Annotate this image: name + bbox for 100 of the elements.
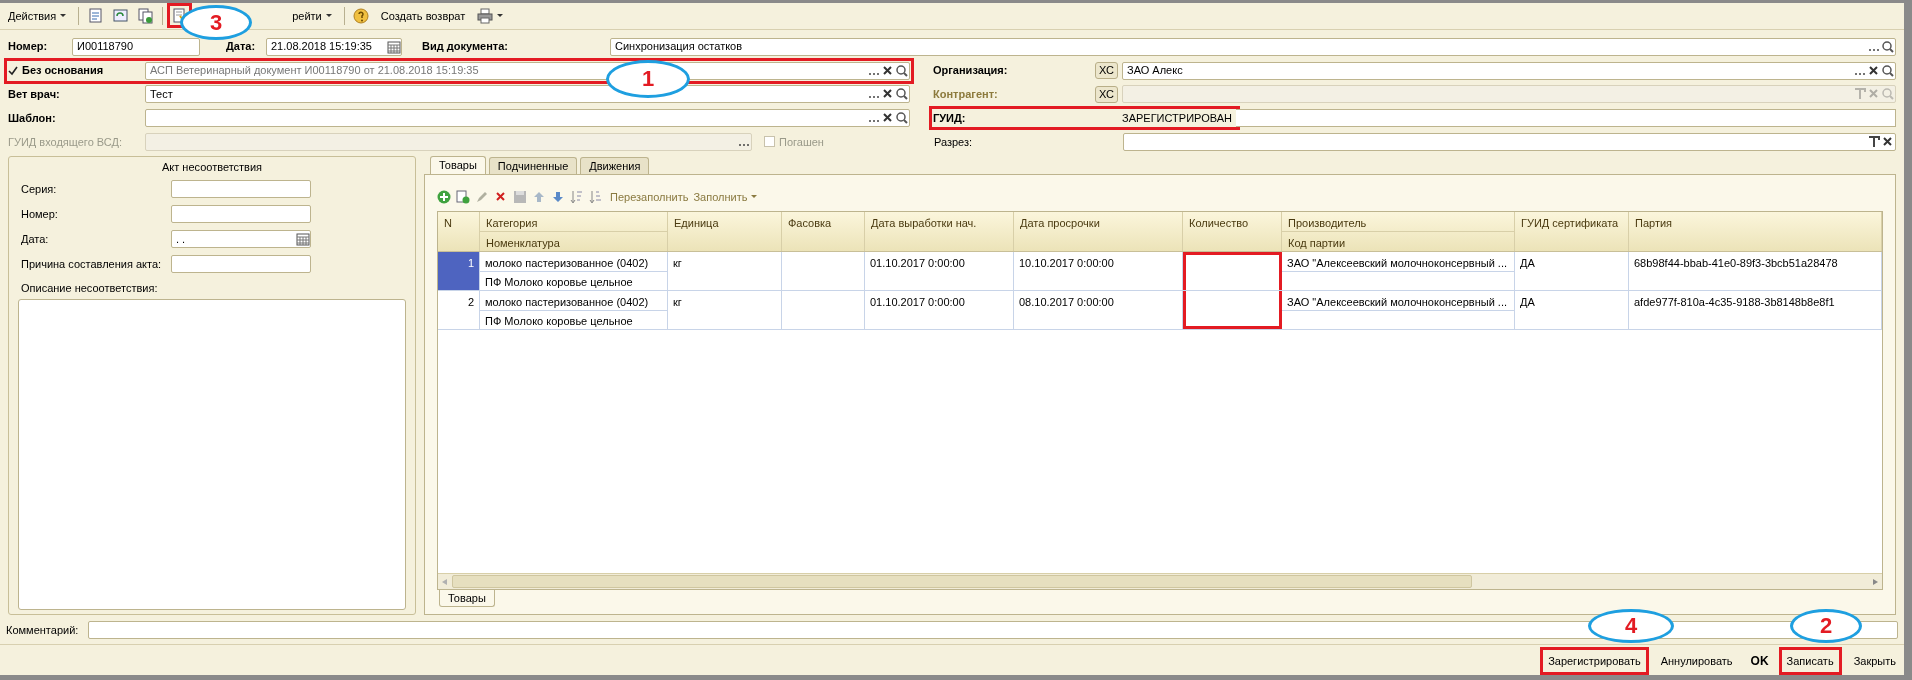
input-field[interactable] xyxy=(171,180,311,199)
field-label: Дата: xyxy=(226,39,257,55)
search-icon[interactable] xyxy=(895,111,909,126)
input-field[interactable]: Синхронизация остатков xyxy=(610,37,1896,56)
add-icon[interactable] xyxy=(437,189,451,204)
input-field[interactable]: Тест xyxy=(145,85,910,104)
tab[interactable]: Движения xyxy=(580,156,650,174)
search-icon[interactable] xyxy=(1881,39,1895,54)
table-cell-text: кг xyxy=(672,255,683,271)
column-header[interactable]: Дата выработки нач. xyxy=(865,211,1013,232)
printer-icon xyxy=(477,7,494,24)
column-header[interactable]: Партия xyxy=(1629,211,1881,232)
column-header[interactable]: Дата просрочки xyxy=(1014,211,1182,232)
input-field[interactable] xyxy=(171,205,311,224)
checkbox[interactable]: Без основания xyxy=(8,62,145,79)
field-label: Дата: xyxy=(21,232,50,248)
table-cell-text: 2 xyxy=(466,294,475,310)
save-icon[interactable] xyxy=(513,189,527,204)
xc-button[interactable]: ХС xyxy=(1095,62,1118,79)
input-field[interactable] xyxy=(145,132,752,151)
checkmark-icon xyxy=(8,65,18,76)
table-cell-text: 10.10.2017 0:00:00 xyxy=(1018,255,1115,271)
sort-descending-icon[interactable] xyxy=(589,189,603,204)
caret-icon xyxy=(751,195,758,199)
column-header[interactable]: Фасовка xyxy=(782,211,864,232)
footer-button[interactable]: Аннулировать xyxy=(1656,650,1737,672)
search-icon[interactable] xyxy=(895,87,909,102)
column-header[interactable]: Количество xyxy=(1183,211,1281,232)
search-icon[interactable] xyxy=(1881,63,1895,78)
table-cell-text: afde977f-810a-4c35-9188-3b8148b8e8f1 xyxy=(1633,294,1836,310)
horizontal-scrollbar[interactable] xyxy=(438,573,1882,590)
fill-menu[interactable]: Заполнить xyxy=(693,188,758,206)
table-cell-text: 1 xyxy=(466,255,475,271)
field-label: Комментарий: xyxy=(6,623,80,638)
input-field[interactable] xyxy=(145,109,910,128)
field-label: ГУИД: xyxy=(933,110,967,126)
table-cell-text: кг xyxy=(672,294,683,310)
footer-button[interactable]: Закрыть xyxy=(1849,650,1900,672)
refresh-icon[interactable] xyxy=(112,7,130,25)
input-field[interactable]: И00118790 xyxy=(72,37,200,56)
field-label: Описание несоответствия: xyxy=(20,280,159,296)
document-icon[interactable] xyxy=(87,7,105,25)
create-return-button[interactable]: Создать возврат xyxy=(376,7,470,25)
search-icon[interactable] xyxy=(895,63,909,78)
tab[interactable]: Подчиненные xyxy=(488,156,578,174)
tab[interactable]: Товары xyxy=(439,590,495,608)
column-header[interactable]: N xyxy=(438,211,479,232)
calendar-icon[interactable] xyxy=(296,232,310,247)
table-cell-text: 01.10.2017 0:00:00 xyxy=(869,294,966,310)
field-label: Разрез: xyxy=(933,134,974,150)
panel-title: Акт несоответствия xyxy=(160,159,264,175)
table-row[interactable]: 1 молоко пастеризованное (0402) ПФ Молоко коровье цельное кг 01.10.2017 0:00:00 10.10.2017 0:00:00 ЗАО "Алексеевский молочноконсервный ... ДА 68b98f44-bbab-41e0-89f3-3bcb51a28478 xyxy=(438,251,1882,291)
footer-button[interactable]: OK xyxy=(1748,652,1771,671)
field-label: Шаблон: xyxy=(8,110,57,126)
table-cell-text: 01.10.2017 0:00:00 xyxy=(869,255,966,271)
column-header[interactable]: Категория xyxy=(480,211,667,232)
input-field[interactable] xyxy=(1122,132,1896,151)
help-icon[interactable] xyxy=(352,7,369,24)
goto-menu[interactable]: рейти xyxy=(288,5,336,26)
field-label: Вет врач: xyxy=(8,87,61,103)
description-field[interactable] xyxy=(18,298,406,611)
column-header[interactable]: Код партии xyxy=(1282,231,1514,252)
input-field[interactable] xyxy=(1235,109,1896,128)
table-cell-text: молоко пастеризованное (0402) xyxy=(484,255,650,271)
print-menu[interactable] xyxy=(477,7,504,24)
field-label: Серия: xyxy=(21,182,58,198)
tbtn-icon[interactable] xyxy=(1867,134,1881,149)
calendar-icon[interactable] xyxy=(387,39,401,54)
table-cell-text: 68b98f44-bbab-41e0-89f3-3bcb51a28478 xyxy=(1633,255,1839,271)
input-field[interactable]: . . xyxy=(171,230,311,249)
caret-icon xyxy=(60,14,67,18)
copy-icon[interactable] xyxy=(456,189,470,204)
column-header[interactable]: Единица xyxy=(668,211,781,232)
pencil-icon[interactable] xyxy=(475,189,489,204)
table-row[interactable]: 2 молоко пастеризованное (0402) ПФ Молоко коровье цельное кг 01.10.2017 0:00:00 08.10.2017 0:00:00 ЗАО "Алексеевский молочноконсервный ... ДА afde977f-810a-4c35-9188-3b8148b8e8f1 xyxy=(438,290,1882,330)
table-cell-text: 08.10.2017 0:00:00 xyxy=(1018,294,1115,310)
actions-menu[interactable]: Действия xyxy=(4,5,71,26)
field-label: Номер: xyxy=(8,39,49,55)
input-field[interactable]: ЗАО Алекс xyxy=(1122,61,1896,80)
caret-icon xyxy=(497,14,504,18)
arrow-down-icon[interactable] xyxy=(551,189,565,204)
table-cell-text: ДА xyxy=(1519,294,1536,310)
column-header[interactable]: Номенклатура xyxy=(480,231,667,252)
field-label: Номер: xyxy=(21,207,59,223)
input-field[interactable]: 21.08.2018 15:19:35 xyxy=(266,37,402,56)
arrow-up-icon[interactable] xyxy=(532,189,546,204)
tab[interactable]: Товары xyxy=(430,155,486,174)
caret-icon xyxy=(325,14,332,18)
table-cell-text: молоко пастеризованное (0402) xyxy=(484,294,650,310)
column-header[interactable]: ГУИД сертификата xyxy=(1515,211,1628,232)
table-cell-text: ЗАО "Алексеевский молочноконсервный ... xyxy=(1286,294,1509,310)
copy-icon[interactable] xyxy=(137,7,155,25)
field-label: Причина составления акта: xyxy=(21,257,163,273)
table-cell: ПФ Молоко коровье цельное xyxy=(480,309,667,329)
input-field[interactable] xyxy=(171,255,311,274)
refill-button[interactable]: Перезаполнить xyxy=(610,188,689,206)
column-header[interactable]: Производитель xyxy=(1282,211,1514,232)
field-label: Организация: xyxy=(933,63,1009,79)
field-label: Контрагент: xyxy=(933,87,999,103)
sort-ascending-icon[interactable] xyxy=(570,189,584,204)
